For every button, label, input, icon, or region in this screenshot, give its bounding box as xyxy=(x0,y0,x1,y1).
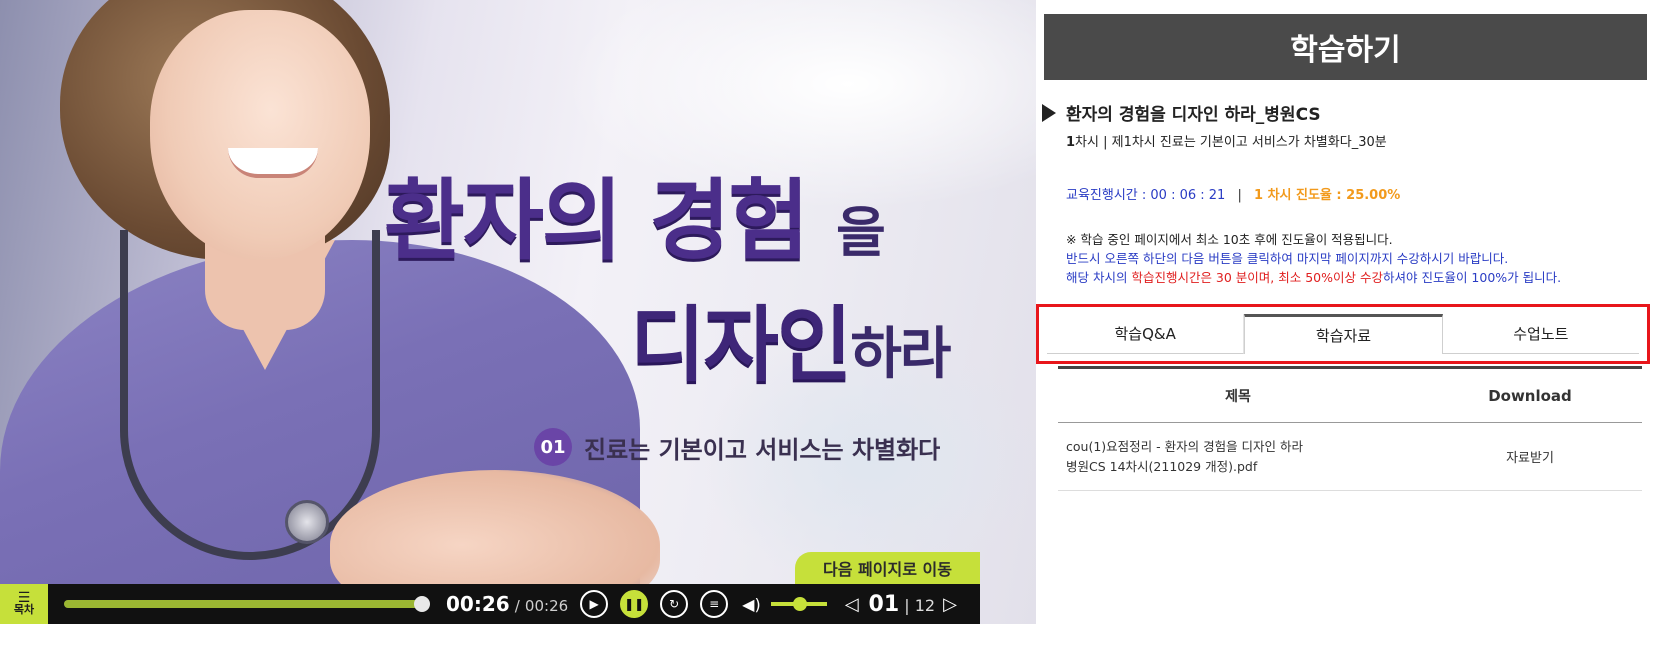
table-row: cou(1)요점정리 - 환자의 경험을 디자인 하라 병원CS 14차시(21… xyxy=(1058,423,1642,491)
video-title-line2: 디자인하라 xyxy=(630,298,951,393)
bullet-arrow-icon xyxy=(1042,103,1056,122)
player-controls: ☰ 목차 00:26 / 00:26 ▶ ❚❚ ↻ ≡ ◀) ◁ 01 | 12 xyxy=(0,584,980,624)
chapter-number-badge: 01 xyxy=(534,428,572,466)
page-indicator: 01 | 12 xyxy=(868,591,936,617)
material-title: cou(1)요점정리 - 환자의 경험을 디자인 하라 병원CS 14차시(21… xyxy=(1066,438,1304,474)
column-download: Download xyxy=(1488,386,1572,405)
column-title: 제목 xyxy=(1225,388,1251,405)
replay-icon[interactable]: ↻ xyxy=(660,590,689,618)
seek-bar-fill xyxy=(64,600,424,608)
play-icon[interactable]: ▶ xyxy=(580,590,609,618)
menu-icon[interactable]: ≡ xyxy=(700,590,729,618)
volume-icon[interactable]: ◀) xyxy=(742,595,761,614)
session-progress: 1 차시 진도율 : 25.00% xyxy=(1254,188,1401,203)
time-display: 00:26 / 00:26 xyxy=(446,592,569,616)
next-page-button[interactable]: 다음 페이지로 이동 xyxy=(795,552,980,584)
pause-icon[interactable]: ❚❚ xyxy=(620,590,649,618)
tab-materials[interactable]: 학습자료 xyxy=(1244,314,1443,354)
tabs-highlight: 학습Q&A 학습자료 수업노트 xyxy=(1036,304,1650,364)
course-info: 환자의 경험을 디자인 하라_병원CS 1차시 | 제1차시 진료는 기본이고 … xyxy=(1042,100,1650,150)
panel-header: 학습하기 xyxy=(1044,14,1647,80)
video-subtitle: 01 진료는 기본이고 서비스는 차별화다 xyxy=(534,428,940,466)
seek-knob[interactable] xyxy=(414,596,430,612)
tab-qna[interactable]: 학습Q&A xyxy=(1047,314,1245,354)
lecture-video[interactable]: 환자의 경험 을 디자인하라 01 진료는 기본이고 서비스는 차별화다 다음 … xyxy=(0,0,1036,654)
session-info: 1차시 | 제1차시 진료는 기본이고 서비스가 차별화다_30분 xyxy=(1066,135,1387,150)
stethoscope xyxy=(120,230,380,560)
table-header: 제목 Download xyxy=(1058,369,1642,423)
volume-knob[interactable] xyxy=(792,597,807,611)
tab-bar: 학습Q&A 학습자료 수업노트 xyxy=(1047,314,1639,354)
seek-bar[interactable] xyxy=(64,596,430,612)
learning-panel: 학습하기 환자의 경험을 디자인 하라_병원CS 1차시 | 제1차시 진료는 … xyxy=(1036,0,1657,654)
study-status: 교육진행시간 : 00 : 06 : 21 | 1 차시 진도율 : 25.00… xyxy=(1066,188,1401,203)
elapsed-time: 교육진행시간 : 00 : 06 : 21 xyxy=(1066,188,1226,203)
video-title-line1: 환자의 경험 을 xyxy=(384,169,886,272)
chapter-title: 진료는 기본이고 서비스는 차별화다 xyxy=(584,435,941,464)
download-link[interactable]: 자료받기 xyxy=(1506,451,1554,466)
toc-button[interactable]: ☰ 목차 xyxy=(0,584,48,624)
course-title: 환자의 경험을 디자인 하라_병원CS xyxy=(1066,105,1321,125)
materials-table: 제목 Download cou(1)요점정리 - 환자의 경험을 디자인 하라 … xyxy=(1058,366,1642,491)
next-page-icon[interactable]: ▷ xyxy=(943,594,957,615)
study-notice: ※ 학습 중인 페이지에서 최소 10초 후에 진도율이 적용됩니다. 반드시 … xyxy=(1066,232,1562,285)
tab-class-notes[interactable]: 수업노트 xyxy=(1442,314,1639,354)
volume-slider[interactable] xyxy=(770,597,827,611)
prev-page-icon[interactable]: ◁ xyxy=(845,594,859,615)
learning-page: 환자의 경험 을 디자인하라 01 진료는 기본이고 서비스는 차별화다 다음 … xyxy=(0,0,1657,654)
